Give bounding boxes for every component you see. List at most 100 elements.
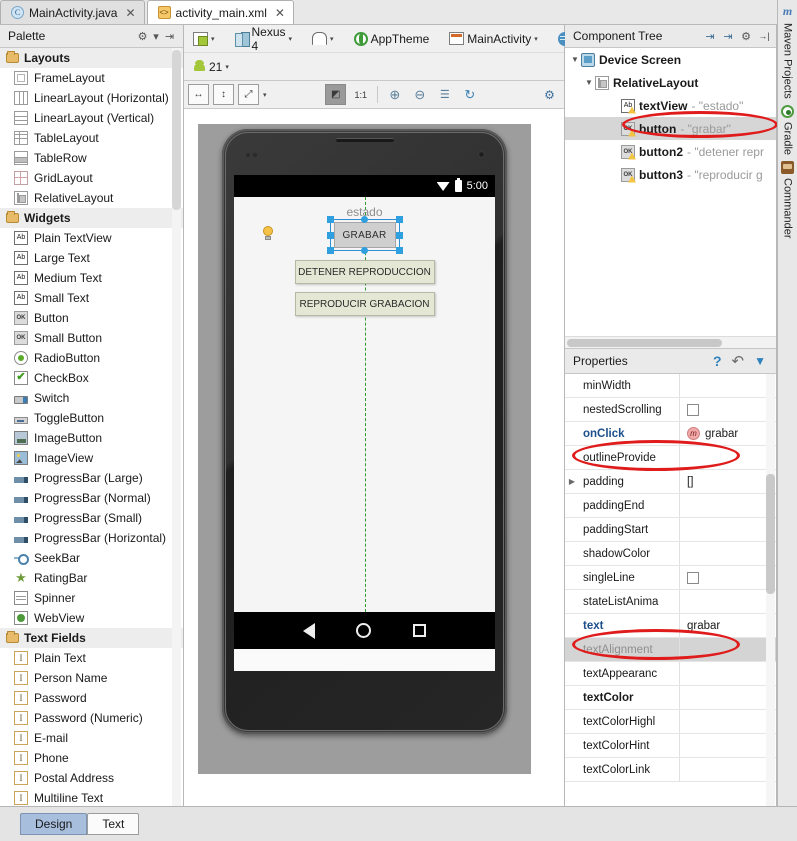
property-row-textalignment[interactable]: textAlignment (565, 638, 776, 662)
tree-node-textview[interactable]: Ab textView - "estado" (565, 94, 776, 117)
design-canvas[interactable]: 5:00 estado GRABAR DETENER REPRODUCCION … (184, 109, 564, 806)
tree-node-button3[interactable]: OK button3 - "reproducir g (565, 163, 776, 186)
align-vertical-icon[interactable]: ↕ (213, 84, 234, 105)
property-row-textappearance[interactable]: textAppearanc (565, 662, 776, 686)
property-value[interactable] (679, 518, 776, 541)
palette-item-password[interactable]: I Password (0, 688, 183, 708)
palette-item-checkbox[interactable]: ✔ CheckBox (0, 368, 183, 388)
zoom-actual-icon[interactable]: 1:1 (350, 84, 371, 105)
layout-variant-button[interactable]: ▾ (188, 28, 220, 50)
collapse-panel-icon[interactable]: ⇥ (162, 29, 177, 44)
property-value[interactable] (679, 686, 776, 709)
tab-design[interactable]: Design (20, 813, 88, 835)
help-icon[interactable]: ? (713, 353, 722, 369)
palette-item-plain-textview[interactable]: Ab Plain TextView (0, 228, 183, 248)
preview-button-detener[interactable]: DETENER REPRODUCCION (294, 260, 435, 284)
property-row-textcolorlink[interactable]: textColorLink (565, 758, 776, 782)
tree-node-device-screen[interactable]: ▼ Device Screen (565, 48, 776, 71)
properties-scrollbar-thumb[interactable] (766, 474, 775, 594)
tree-node-relativelayout[interactable]: ▼ RelativeLayout (565, 71, 776, 94)
palette-item-email[interactable]: I E-mail (0, 728, 183, 748)
property-value[interactable]: grabar (679, 614, 776, 637)
property-row-singleline[interactable]: singleLine (565, 566, 776, 590)
palette-item-password-numeric[interactable]: I Password (Numeric) (0, 708, 183, 728)
nav-recents-icon[interactable] (413, 624, 427, 637)
device-selector[interactable]: Nexus 4 ▾ (230, 25, 298, 53)
resize-handle-bottom-center[interactable] (360, 247, 368, 254)
palette-item-seekbar[interactable]: SeekBar (0, 548, 183, 568)
palette-scrollbar-thumb[interactable] (172, 50, 181, 210)
chevron-down-icon[interactable]: ▼ (583, 78, 595, 87)
property-row-onclick[interactable]: onClick m grabar (565, 422, 776, 446)
blueprint-mode-icon[interactable]: ◩ (325, 84, 347, 105)
resize-handle-middle-left[interactable] (326, 231, 334, 239)
tab-text[interactable]: Text (87, 813, 140, 835)
palette-item-imageview[interactable]: ImageView (0, 448, 183, 468)
component-tree-hscrollbar[interactable] (565, 336, 776, 348)
scrollbar-thumb[interactable] (567, 339, 722, 347)
property-row-statelistanimator[interactable]: stateListAnima (565, 590, 776, 614)
gear-icon[interactable]: ⚙ (738, 28, 754, 44)
property-row-padding[interactable]: ▶ padding [] (565, 470, 776, 494)
component-tree[interactable]: ▼ Device Screen ▼ RelativeLayout Ab text… (565, 48, 776, 348)
chevron-down-icon[interactable]: ▼ (569, 55, 581, 64)
nav-home-icon[interactable] (356, 623, 372, 638)
property-value[interactable] (679, 374, 776, 397)
palette-item-multiline-text[interactable]: I Multiline Text (0, 788, 183, 806)
palette-group-layouts[interactable]: Layouts (0, 48, 183, 68)
properties-table[interactable]: minWidth nestedScrolling onClick m graba… (565, 374, 776, 806)
resize-handle-bottom-right[interactable] (395, 247, 403, 254)
property-value[interactable] (679, 758, 776, 781)
property-row-paddingend[interactable]: paddingEnd (565, 494, 776, 518)
palette-item-imagebutton[interactable]: ImageButton (0, 428, 183, 448)
property-value[interactable] (679, 494, 776, 517)
palette-item-large-text[interactable]: Ab Large Text (0, 248, 183, 268)
property-value[interactable]: m grabar (679, 422, 776, 445)
palette-item-gridlayout[interactable]: GridLayout (0, 168, 183, 188)
property-value[interactable] (679, 566, 776, 589)
palette-item-small-text[interactable]: Ab Small Text (0, 288, 183, 308)
checkbox-icon[interactable] (687, 571, 699, 584)
align-horizontal-icon[interactable]: ↔ (188, 84, 209, 105)
close-icon[interactable]: ✕ (275, 6, 285, 20)
sidebar-item-commander[interactable]: Commander (781, 160, 794, 238)
palette-item-postal-address[interactable]: I Postal Address (0, 768, 183, 788)
palette-item-radiobutton[interactable]: RadioButton (0, 348, 183, 368)
palette-item-progressbar-small[interactable]: ProgressBar (Small) (0, 508, 183, 528)
resize-handle-bottom-left[interactable] (326, 247, 334, 254)
property-value[interactable] (679, 710, 776, 733)
palette-item-tablelayout[interactable]: TableLayout (0, 128, 183, 148)
property-row-minwidth[interactable]: minWidth (565, 374, 776, 398)
zoom-in-icon[interactable]: ⊕ (384, 84, 405, 105)
hide-panel-icon[interactable]: →| (756, 28, 772, 44)
palette-item-linearlayout-vertical[interactable]: LinearLayout (Vertical) (0, 108, 183, 128)
expand-icon[interactable]: ⤢ (238, 84, 259, 105)
resize-handle-middle-right[interactable] (395, 231, 403, 239)
orientation-selector[interactable]: ▾ (307, 28, 339, 50)
palette-item-framelayout[interactable]: FrameLayout (0, 68, 183, 88)
collapse-all-icon[interactable]: ⇥ (720, 28, 736, 44)
chevron-down-icon[interactable]: ▾ (263, 91, 267, 99)
chevron-down-icon[interactable]: ▾ (152, 29, 160, 44)
resize-handle-top-right[interactable] (395, 216, 403, 223)
property-row-outlineprovider[interactable]: outlineProvide (565, 446, 776, 470)
palette-item-webview[interactable]: WebView (0, 608, 183, 628)
tree-node-button2[interactable]: OK button2 - "detener repr (565, 140, 776, 163)
sidebar-item-maven-projects[interactable]: m Maven Projects (782, 4, 794, 99)
editor-tab-mainactivity-java[interactable]: C MainActivity.java ✕ (0, 0, 145, 24)
resize-handle-top-center[interactable] (360, 216, 368, 223)
palette-item-button[interactable]: OK Button (0, 308, 183, 328)
preview-button-reproducir[interactable]: REPRODUCIR GRABACION (294, 292, 435, 316)
settings-gear-icon[interactable]: ⚙ (539, 84, 560, 105)
palette-item-tablerow[interactable]: TableRow (0, 148, 183, 168)
zoom-fit-icon[interactable]: ☰ (434, 84, 455, 105)
property-row-paddingstart[interactable]: paddingStart (565, 518, 776, 542)
sidebar-item-gradle[interactable]: Gradle (781, 104, 794, 155)
tree-node-button[interactable]: OK button - "grabar" (565, 117, 776, 140)
close-icon[interactable]: ✕ (125, 6, 135, 20)
property-value[interactable] (679, 734, 776, 757)
palette-item-small-button[interactable]: OK Small Button (0, 328, 183, 348)
undo-icon[interactable]: ↶ (732, 352, 745, 370)
property-row-shadowcolor[interactable]: shadowColor (565, 542, 776, 566)
resize-handle-top-left[interactable] (326, 216, 334, 223)
